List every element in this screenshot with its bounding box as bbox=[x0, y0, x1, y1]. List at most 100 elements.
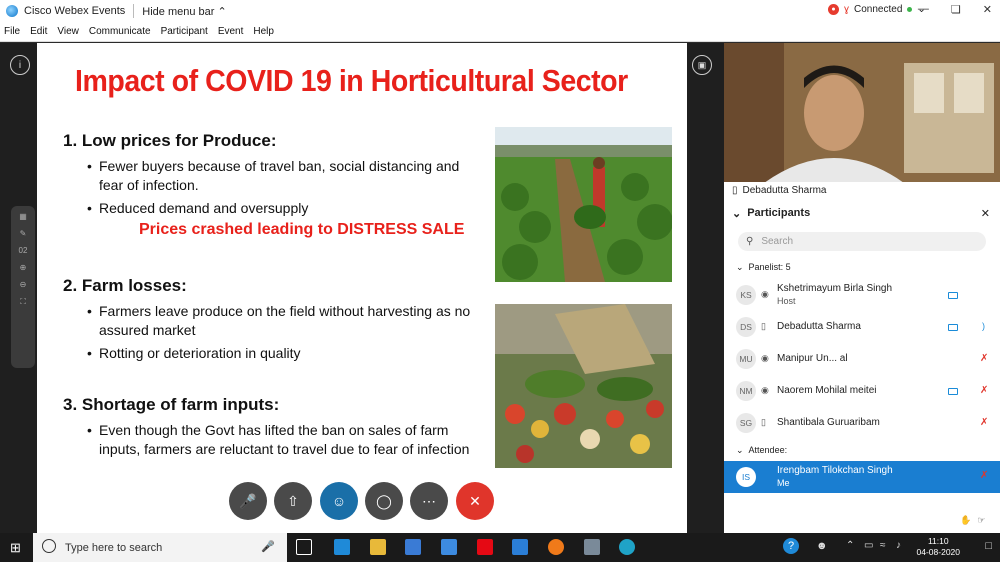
restore-icon[interactable]: ❏ bbox=[951, 3, 961, 16]
raise-hand-icon[interactable]: ✋ bbox=[960, 515, 971, 526]
chevron-down-icon: ⌄ bbox=[732, 207, 742, 220]
notification-icon[interactable]: □ bbox=[985, 540, 992, 552]
chat-button[interactable]: ◯ bbox=[365, 482, 403, 520]
panelist-group-header[interactable]: ⌄ Panelist: 5 bbox=[736, 262, 791, 273]
help-icon[interactable]: ? bbox=[783, 538, 799, 554]
slide-title: Impact of COVID 19 in Horticultural Sect… bbox=[75, 63, 628, 98]
leave-button[interactable]: ✕ bbox=[456, 482, 494, 520]
close-icon[interactable]: ✕ bbox=[983, 3, 992, 16]
bullet: Rotting or deterioration in quality bbox=[87, 344, 479, 363]
dropbox-icon[interactable] bbox=[441, 539, 457, 555]
panel-footer: ✋ ☞ bbox=[960, 515, 985, 526]
taskbar-search[interactable]: Type here to search 🎤 bbox=[33, 533, 287, 562]
task-view-icon[interactable] bbox=[296, 539, 312, 555]
attendee-group-header[interactable]: ⌄ Attendee: bbox=[736, 445, 787, 456]
firefox-icon[interactable] bbox=[548, 539, 564, 555]
bullet: Reduced demand and oversupply bbox=[87, 199, 479, 218]
menu-event[interactable]: Event bbox=[218, 26, 244, 37]
chat-icon: ◯ bbox=[376, 492, 392, 509]
page-number: 02 bbox=[18, 246, 28, 255]
search-icon: ⚲ bbox=[746, 236, 754, 247]
menu-view[interactable]: View bbox=[57, 26, 79, 37]
people-icon[interactable]: ☻ bbox=[816, 540, 828, 552]
close-icon[interactable]: ✕ bbox=[981, 207, 990, 220]
speaker-video bbox=[724, 43, 1000, 198]
info-icon[interactable]: i bbox=[10, 55, 30, 75]
participants-header[interactable]: ⌄ Participants ✕ bbox=[724, 203, 1000, 223]
participant-row-self[interactable]: IS Irengbam Tilokchan Singh Me ✗ bbox=[724, 461, 1000, 493]
muted-microphone-icon[interactable]: ✗ bbox=[980, 353, 988, 364]
participants-button[interactable]: ☺ bbox=[320, 482, 358, 520]
network-icon[interactable]: ▭ bbox=[864, 540, 873, 551]
audio-level-icon: ) bbox=[982, 321, 985, 331]
taskbar-search-placeholder: Type here to search bbox=[65, 541, 163, 554]
app-icon[interactable] bbox=[584, 539, 600, 555]
phone-icon: ▯ bbox=[761, 417, 766, 427]
zoom-in-icon[interactable]: ⊕ bbox=[20, 263, 27, 272]
participant-search[interactable]: ⚲ Search bbox=[738, 232, 986, 251]
menu-help[interactable]: Help bbox=[253, 26, 274, 37]
windows-start-icon[interactable]: ⊞ bbox=[10, 540, 21, 556]
annotate-icon[interactable]: ✎ bbox=[20, 229, 27, 238]
share-icon: ⇧ bbox=[287, 492, 299, 509]
app-title: Cisco Webex Events bbox=[24, 5, 126, 17]
share-button[interactable]: ⇧ bbox=[274, 482, 312, 520]
rotting-produce-photo bbox=[495, 304, 672, 468]
file-explorer-icon[interactable] bbox=[370, 539, 386, 555]
microphone-icon[interactable]: 🎤 bbox=[261, 540, 275, 553]
menu-edit[interactable]: Edit bbox=[30, 26, 47, 37]
clock-time: 11:10 bbox=[927, 536, 949, 546]
store-icon[interactable] bbox=[405, 539, 421, 555]
title-bar: Cisco Webex Events Hide menu bar ⌃ ● ɣ C… bbox=[0, 0, 1000, 22]
participant-row[interactable]: DS ▯ Debadutta Sharma ) bbox=[724, 312, 1000, 342]
participant-row[interactable]: NM ◉ Naorem Mohilal meitei ✗ bbox=[724, 376, 1000, 406]
hide-menu-bar-toggle[interactable]: Hide menu bar ⌃ bbox=[142, 5, 226, 18]
mail-icon[interactable] bbox=[512, 539, 528, 555]
muted-microphone-icon[interactable]: ✗ bbox=[980, 417, 988, 428]
avatar: NM bbox=[736, 381, 756, 401]
thumbnail-icon[interactable]: ▦ bbox=[19, 212, 27, 221]
avatar: KS bbox=[736, 285, 756, 305]
minimize-icon[interactable]: — bbox=[918, 3, 929, 16]
webex-logo-icon bbox=[6, 5, 18, 17]
close-icon: ✕ bbox=[469, 492, 481, 509]
mute-button[interactable]: 🎤 bbox=[229, 482, 267, 520]
highlight-text: Prices crashed leading to DISTRESS SALE bbox=[139, 221, 465, 238]
participant-row[interactable]: SG ▯ Shantibala Guruaribam ✗ bbox=[724, 408, 1000, 438]
bullet: Fewer buyers because of travel ban, soci… bbox=[87, 157, 479, 195]
zoom-out-icon[interactable]: ⊖ bbox=[20, 280, 27, 289]
muted-microphone-icon[interactable]: ✗ bbox=[980, 470, 988, 481]
layout-toggle-icon[interactable]: ▣ bbox=[692, 55, 712, 75]
search-icon bbox=[42, 539, 56, 553]
wifi-icon[interactable]: ≈ bbox=[880, 540, 886, 551]
avatar: DS bbox=[736, 317, 756, 337]
participant-row[interactable]: MU ◉ Manipur Un... al ✗ bbox=[724, 344, 1000, 374]
chevron-up-icon[interactable]: ⌃ bbox=[846, 540, 854, 551]
clock[interactable]: 11:10 04-08-2020 bbox=[917, 536, 960, 558]
avatar: SG bbox=[736, 413, 756, 433]
section-heading: 2. Farm losses: bbox=[63, 276, 187, 295]
muted-microphone-icon[interactable]: ✗ bbox=[980, 385, 988, 396]
webex-taskbar-icon[interactable] bbox=[619, 539, 635, 555]
participant-name: Irengbam Tilokchan Singh bbox=[777, 465, 893, 476]
connection-status: ● ɣ Connected ⌄ bbox=[828, 4, 926, 15]
avatar: MU bbox=[736, 349, 756, 369]
more-button[interactable]: ⋯ bbox=[410, 482, 448, 520]
more-icon: ⋯ bbox=[422, 492, 436, 509]
volume-icon[interactable]: ♪ bbox=[896, 540, 901, 551]
fullscreen-icon[interactable]: ⛶ bbox=[20, 297, 26, 307]
lower-hand-icon[interactable]: ☞ bbox=[977, 515, 985, 526]
side-panel: ▯ Debadutta Sharma ⌄ Participants ✕ ⚲ Se… bbox=[724, 43, 1000, 533]
menu-communicate[interactable]: Communicate bbox=[89, 26, 151, 37]
netflix-icon[interactable] bbox=[477, 539, 493, 555]
section-heading: 1. Low prices for Produce: bbox=[63, 131, 277, 150]
recording-icon[interactable]: ● bbox=[828, 4, 839, 15]
search-placeholder: Search bbox=[761, 236, 794, 247]
participants-title: Participants bbox=[747, 207, 811, 219]
person-icon: ☺ bbox=[331, 493, 347, 509]
menu-file[interactable]: File bbox=[4, 26, 20, 37]
participant-row[interactable]: KS ◉ Kshetrimayum Birla Singh Host bbox=[724, 280, 1000, 310]
video-name-bar: ▯ Debadutta Sharma bbox=[724, 182, 1000, 198]
edge-icon[interactable] bbox=[334, 539, 350, 555]
menu-participant[interactable]: Participant bbox=[161, 26, 208, 37]
